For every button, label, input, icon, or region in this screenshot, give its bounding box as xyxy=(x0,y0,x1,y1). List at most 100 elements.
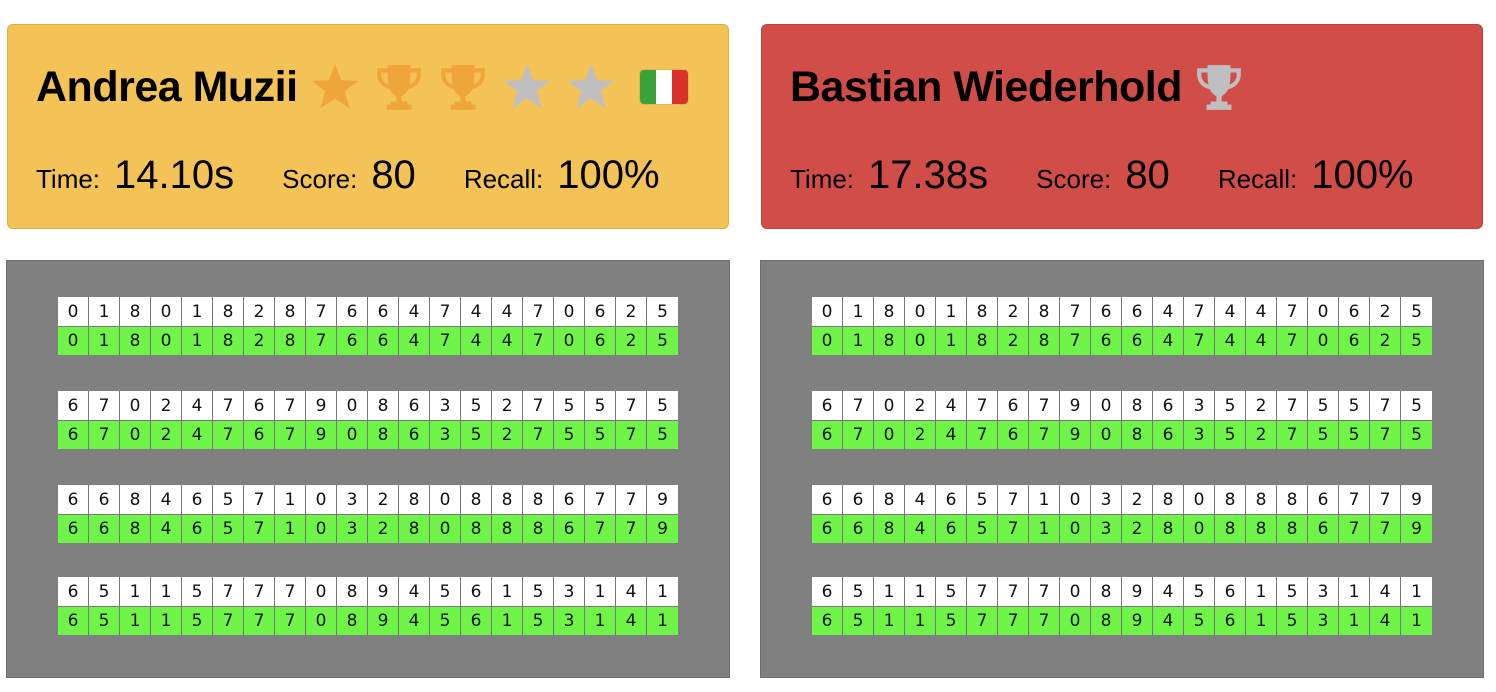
digit-cell: 3 xyxy=(1184,391,1215,420)
stats-row: Time: 14.10s Score: 80 Recall: 100% xyxy=(36,153,708,198)
player-name: Bastian Wiederhold xyxy=(790,62,1183,111)
digit-cell: 5 xyxy=(1339,391,1370,420)
digit-cell: 4 xyxy=(461,297,492,326)
digit-cell: 5 xyxy=(1277,577,1308,606)
recalled-digit-cell: 1 xyxy=(89,326,120,355)
recalled-digit-cell: 1 xyxy=(120,606,151,635)
recalled-digit-cell: 7 xyxy=(306,326,337,355)
badges-group xyxy=(308,61,688,113)
digit-cell: 7 xyxy=(275,577,306,606)
digit-cell: 9 xyxy=(647,485,678,514)
recalled-digits-row: 67024767908635275575 xyxy=(58,420,678,449)
original-digits-row: 67024767908635275575 xyxy=(812,391,1432,420)
recalled-digit-cell: 6 xyxy=(812,420,843,449)
recalled-digit-cell: 9 xyxy=(1060,420,1091,449)
recalled-digit-cell: 5 xyxy=(89,606,120,635)
recalled-digit-cell: 7 xyxy=(244,606,275,635)
digit-cell: 7 xyxy=(616,485,647,514)
recalled-digit-cell: 6 xyxy=(58,420,89,449)
digit-cell: 7 xyxy=(523,297,554,326)
digit-cell: 4 xyxy=(1153,297,1184,326)
digit-cell: 5 xyxy=(1308,391,1339,420)
recalled-digit-cell: 0 xyxy=(1308,326,1339,355)
digit-cell: 8 xyxy=(399,485,430,514)
digit-cell: 6 xyxy=(998,391,1029,420)
recalled-digit-cell: 0 xyxy=(1091,420,1122,449)
digit-cell: 1 xyxy=(1246,577,1277,606)
recalled-digit-cell: 3 xyxy=(430,420,461,449)
digit-cell: 5 xyxy=(461,391,492,420)
recalled-digit-cell: 5 xyxy=(1339,420,1370,449)
recalled-digit-cell: 1 xyxy=(585,606,616,635)
recalled-digit-cell: 0 xyxy=(1184,514,1215,543)
digit-cell: 2 xyxy=(244,297,275,326)
recalled-digit-cell: 0 xyxy=(430,514,461,543)
score-value: 80 xyxy=(371,153,416,197)
recalled-digit-cell: 6 xyxy=(182,514,213,543)
digit-cell: 5 xyxy=(1401,391,1432,420)
digit-cell: 2 xyxy=(1122,485,1153,514)
recalled-digit-cell: 0 xyxy=(1060,514,1091,543)
recalled-digit-cell: 2 xyxy=(1122,514,1153,543)
digit-cell: 4 xyxy=(1215,297,1246,326)
digit-cell: 0 xyxy=(1308,297,1339,326)
recalled-digit-cell: 3 xyxy=(1308,606,1339,635)
recalled-digit-cell: 6 xyxy=(554,514,585,543)
digit-cell: 7 xyxy=(306,297,337,326)
digit-cell: 8 xyxy=(1122,391,1153,420)
digit-row-pair: 0180182876647447062501801828766474470625 xyxy=(58,297,678,355)
digit-cell: 6 xyxy=(399,391,430,420)
digit-cell: 6 xyxy=(1215,577,1246,606)
digit-cell: 8 xyxy=(1246,485,1277,514)
digit-cell: 6 xyxy=(554,485,585,514)
recalled-digit-cell: 5 xyxy=(843,606,874,635)
recalled-digit-cell: 6 xyxy=(89,514,120,543)
recalled-digit-cell: 4 xyxy=(936,420,967,449)
recalled-digit-cell: 5 xyxy=(523,606,554,635)
original-digits-row: 65115777089456153141 xyxy=(812,577,1432,606)
recalled-digit-cell: 1 xyxy=(182,326,213,355)
time-label: Time: xyxy=(790,164,855,194)
digit-cell: 0 xyxy=(58,297,89,326)
recalled-digit-cell: 6 xyxy=(1215,606,1246,635)
digit-cell: 4 xyxy=(1153,577,1184,606)
digit-cell: 5 xyxy=(1215,391,1246,420)
recalled-digit-cell: 1 xyxy=(492,606,523,635)
recalled-digit-cell: 0 xyxy=(151,326,182,355)
recalled-digit-cell: 5 xyxy=(430,606,461,635)
recalled-digit-cell: 1 xyxy=(1029,514,1060,543)
digit-cell: 8 xyxy=(1153,485,1184,514)
digit-cell: 4 xyxy=(905,485,936,514)
digit-cell: 1 xyxy=(1339,577,1370,606)
recalled-digit-cell: 8 xyxy=(1153,514,1184,543)
recalled-digit-cell: 7 xyxy=(1060,326,1091,355)
recalled-digit-cell: 7 xyxy=(1277,420,1308,449)
score-label: Score: xyxy=(1036,164,1112,194)
recalled-digits-row: 01801828766474470625 xyxy=(812,326,1432,355)
digit-cell: 2 xyxy=(368,485,399,514)
flag-icon xyxy=(639,70,688,104)
digit-cell: 4 xyxy=(1370,577,1401,606)
recalled-digit-cell: 0 xyxy=(306,606,337,635)
recalled-digit-cell: 7 xyxy=(1277,326,1308,355)
recalled-digit-cell: 8 xyxy=(120,514,151,543)
digit-cell: 0 xyxy=(337,391,368,420)
player-header: Andrea Muzii xyxy=(36,59,688,115)
digit-cell: 5 xyxy=(213,485,244,514)
recalled-digit-cell: 7 xyxy=(244,514,275,543)
digit-cell: 5 xyxy=(1401,297,1432,326)
recalled-digits-row: 65115777089456153141 xyxy=(58,606,678,635)
digit-cell: 7 xyxy=(998,485,1029,514)
digit-cell: 9 xyxy=(1401,485,1432,514)
digit-cell: 0 xyxy=(812,297,843,326)
digit-cell: 2 xyxy=(1246,391,1277,420)
recalled-digit-cell: 7 xyxy=(89,420,120,449)
digit-cell: 7 xyxy=(843,391,874,420)
score-value: 80 xyxy=(1125,153,1170,197)
digit-cell: 5 xyxy=(936,577,967,606)
digit-cell: 6 xyxy=(812,485,843,514)
digit-cell: 6 xyxy=(58,485,89,514)
digit-cell: 1 xyxy=(492,577,523,606)
digit-cell: 2 xyxy=(151,391,182,420)
digit-cell: 4 xyxy=(936,391,967,420)
